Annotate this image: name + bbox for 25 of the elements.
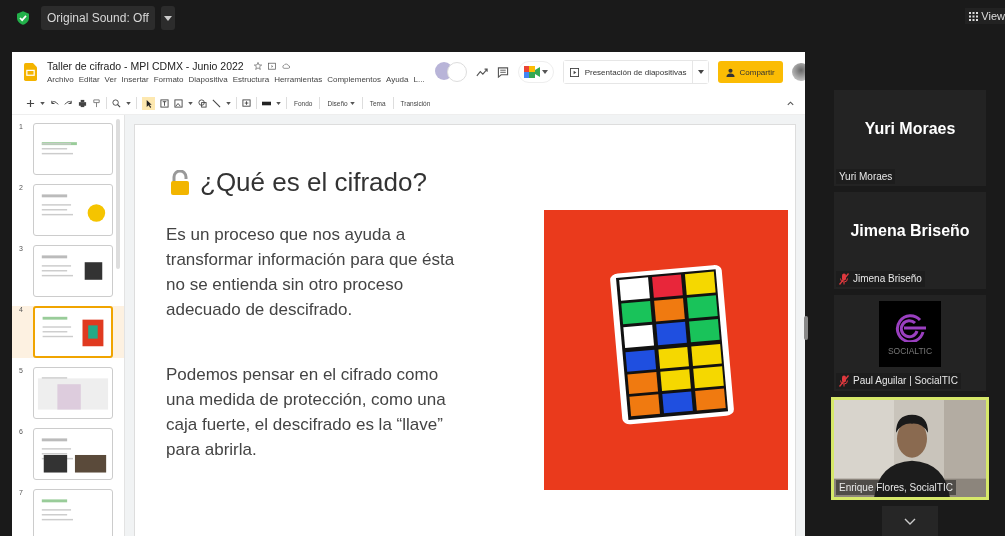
participant-name: Paul Aguilar | SocialTIC: [853, 375, 958, 387]
slide-title: ¿Qué es el cifrado?: [200, 167, 427, 198]
menu-item[interactable]: Herramientas: [274, 75, 323, 84]
document-title[interactable]: Taller de cifrado - MPI CDMX - Junio 2022: [47, 60, 244, 72]
slide-paragraph: Es un proceso que nos ayuda a transformar información para que ésta no se entienda sin otro proceso adecuado de descifrado.: [166, 224, 456, 321]
menu-item[interactable]: Formato: [153, 75, 184, 84]
menu-item[interactable]: Diapositiva: [188, 75, 228, 84]
participant-name: Jimena Briseño: [853, 273, 922, 285]
participant-name: Jimena Briseño: [850, 222, 970, 241]
menu-item[interactable]: Ver: [104, 75, 117, 84]
menu-item[interactable]: Ayuda: [385, 75, 409, 84]
menu-item[interactable]: Estructura: [232, 75, 270, 84]
menu-item[interactable]: L...: [413, 75, 425, 84]
original-sound-button[interactable]: Original Sound: Off: [41, 6, 155, 30]
menu-item[interactable]: Archivo: [47, 75, 74, 84]
view-button[interactable]: View: [965, 8, 1005, 24]
menu-item[interactable]: Editar: [78, 75, 100, 84]
participant-name: Yuri Moraes: [864, 120, 956, 139]
participant-name: Enrique Flores, SocialTIC: [839, 482, 953, 494]
menu-item[interactable]: Complementos: [327, 75, 381, 84]
slide-paragraph: Podemos pensar en el cifrado como una medida de protección, como una caja fuerte, el descifrado es la “llave” para abrirla.: [166, 364, 447, 461]
share-button[interactable]: Compartir: [718, 61, 783, 83]
logo-text: SOCIALTIC: [887, 345, 933, 356]
menu-item[interactable]: Insertar: [121, 75, 149, 84]
participant-name: Yuri Moraes: [839, 171, 893, 183]
